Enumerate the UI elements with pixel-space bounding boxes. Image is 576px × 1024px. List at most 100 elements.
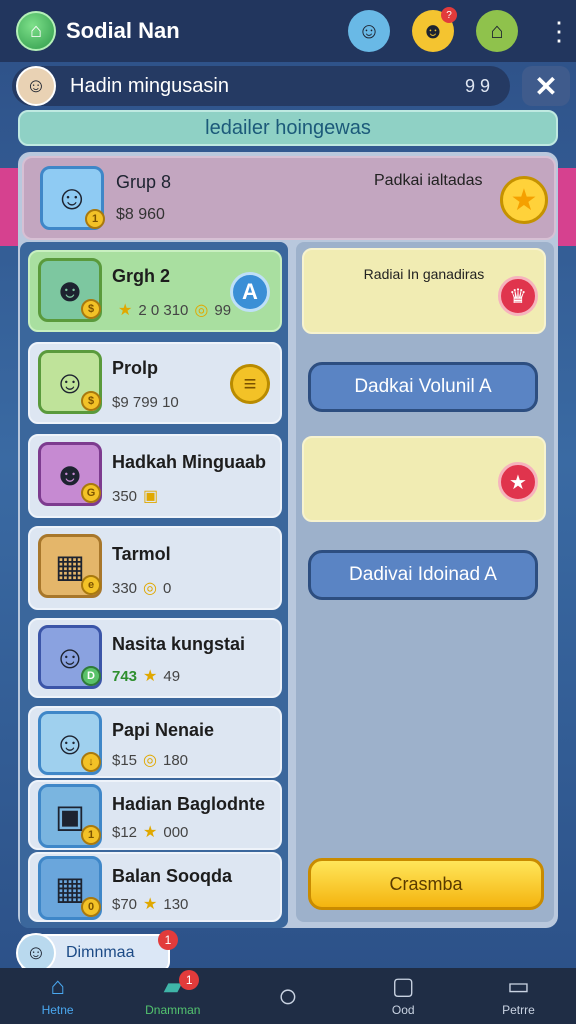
nav-stack[interactable]: ▭ Petrre [461,968,576,1024]
avatar: ☻ $ [38,258,102,322]
girl-avatar-icon[interactable]: ☺ [348,10,390,52]
meta-value: 49 [163,667,181,685]
nav-label: Ood [391,1003,415,1017]
coin-icon: ↓ [81,752,101,772]
notification-badge: ? [441,7,457,23]
meta-value: $70 [112,895,138,913]
list-item-name: Papi Nenaie [112,720,215,740]
bottom-nav: ⌂ Hetne ▰ Dnamman 1 ○ ▢ Ood ▭ Petrre [0,968,576,1024]
meta-value: 0 310 [150,301,189,319]
avatar: ☺ ↓ [38,711,102,775]
info-tile[interactable]: Radiai In ganadiras ♛ [302,248,546,334]
group-name: Grup 8 [116,172,172,192]
star-icon[interactable]: ★ [500,176,548,224]
nav-home[interactable]: ⌂ Hetne [0,968,115,1024]
crown-icon[interactable]: ♛ [498,276,538,316]
coin-icon: ◎ [143,580,157,597]
meta-value: 350 [112,487,138,505]
avatar: ☺ [16,933,56,973]
meta-value: 799 [132,394,158,411]
treasure-icon: ▣ 1 [38,784,102,848]
gift-icon: ▣ [143,488,159,505]
chat-chip[interactable]: ☺ Dimnmaa 1 [16,930,178,973]
meta-value: $12 [112,823,138,841]
coin-icon: 1 [85,209,105,229]
nav-label: Dnamman [145,1003,201,1017]
list-item[interactable]: ☺ $ Prolp $9 799 10 ≡ [28,342,282,424]
action-pill-1[interactable]: Dadkai Volunil A [308,362,538,412]
list-item-meta: $12 ★ 000 [112,822,188,842]
badge-icon: D [81,666,101,686]
house-icon[interactable]: ⌂ [16,11,56,51]
list-item[interactable]: ▦ e Tarmol 330 ◎ 0 [28,526,282,610]
square-icon: ▢ [391,973,415,1000]
treasure-icon: ▦ e [38,534,102,598]
meta-value: $15 [112,751,138,769]
banner[interactable]: ledailer hoingewas [18,110,558,146]
meta-value: 330 [112,579,138,597]
list-item[interactable]: ▣ 1 Hadian Baglodnte $12 ★ 000 [28,780,282,850]
list-item-meta: 350 ▣ [112,486,164,506]
notification-badge: 1 [158,930,178,950]
nav-cards[interactable]: ▰ Dnamman 1 [115,968,230,1024]
list-item[interactable]: ☻ G Hadkah Minguaab 350 ▣ [28,434,282,518]
app-title: Sodial Nan [66,18,180,43]
list-item[interactable]: ☻ $ Grgh 2 ★ 2 0 310 ◎ 99 A [28,250,282,332]
meta-value: 743 [112,667,138,685]
close-icon[interactable]: ✕ [522,66,570,106]
top-bar: ⌂ Sodial Nan ☺ ☻ ? ⌂ ⋮ [0,0,576,62]
action-button[interactable]: A [230,272,270,312]
list-item[interactable]: ▦ 0 Balan Sooqda $70 ★ 130 [28,852,282,922]
meta-value: 000 [163,823,189,841]
list-item-name: Grgh 2 [112,266,171,286]
star-icon: ★ [143,896,158,913]
more-options-icon[interactable]: ⋮ [546,18,572,44]
list-item-meta: ★ 2 0 310 ◎ 99 [112,300,231,320]
group-avatar-icon: ☺ 1 [40,166,105,230]
star-icon[interactable]: ★ [498,462,538,502]
nav-center[interactable]: ○ [230,968,345,1024]
meta-value: 99 [214,301,232,319]
meta-value: $9 [112,394,129,411]
coin-icon: e [81,575,101,595]
meta-value: 130 [163,895,189,913]
avatar: ☺ [16,66,56,106]
chip-label: Dimnmaa [66,944,135,961]
list-item-name: Tarmol [112,544,171,564]
list-item-meta: $15 ◎ 180 [112,750,188,770]
coin-icon: 1 [81,825,101,845]
list-item-meta: 743 ★ 49 [112,666,180,686]
meta-value: 180 [163,751,189,769]
home-icon: ⌂ [50,973,65,1000]
action-pill-2[interactable]: Dadivai Idoinad A [308,550,538,600]
profile-count: 9 9 [464,75,490,96]
stack-icon: ▭ [507,973,530,1000]
meta-value: 2 [138,301,147,319]
coin-icon: ◎ [194,302,209,319]
nav-square[interactable]: ▢ Ood [346,968,461,1024]
profile-row[interactable]: ☺ Hadin mingusasin 9 9 [12,66,510,106]
coin-icon: $ [81,299,101,319]
list-item[interactable]: ☺ D Nasita kungstai 743 ★ 49 [28,618,282,698]
coin-icon: 0 [81,897,101,917]
star-icon: ★ [143,824,158,841]
list-item-name: Hadkah Minguaab [112,452,267,472]
group-card[interactable]: ☺ 1 Grup 8 $8 960 Padkai ialtadas ★ [22,156,556,240]
nav-label: Hetne [41,1003,74,1017]
boy-avatar-icon[interactable]: ☻ ? [412,7,457,52]
group-heading: Padkai ialtadas [374,172,483,189]
pet-avatar-icon[interactable]: ⌂ [476,10,518,52]
notification-badge: 1 [179,970,200,990]
coin-icon: $ [81,391,101,411]
meta-value: 0 [163,579,172,597]
coin-action-button[interactable]: ≡ [230,364,270,404]
info-tile-empty[interactable]: ★ [302,436,546,522]
confirm-button[interactable]: Crasmba [308,858,544,910]
meta-value: 10 [162,394,179,411]
list-item[interactable]: ☺ ↓ Papi Nenaie $15 ◎ 180 [28,706,282,778]
avatar: ☺ $ [38,350,102,414]
star-icon: ★ [143,668,158,685]
list-item-meta: $70 ★ 130 [112,894,188,914]
coin-icon: G [81,483,101,503]
gift-icon: ▦ 0 [38,856,102,920]
